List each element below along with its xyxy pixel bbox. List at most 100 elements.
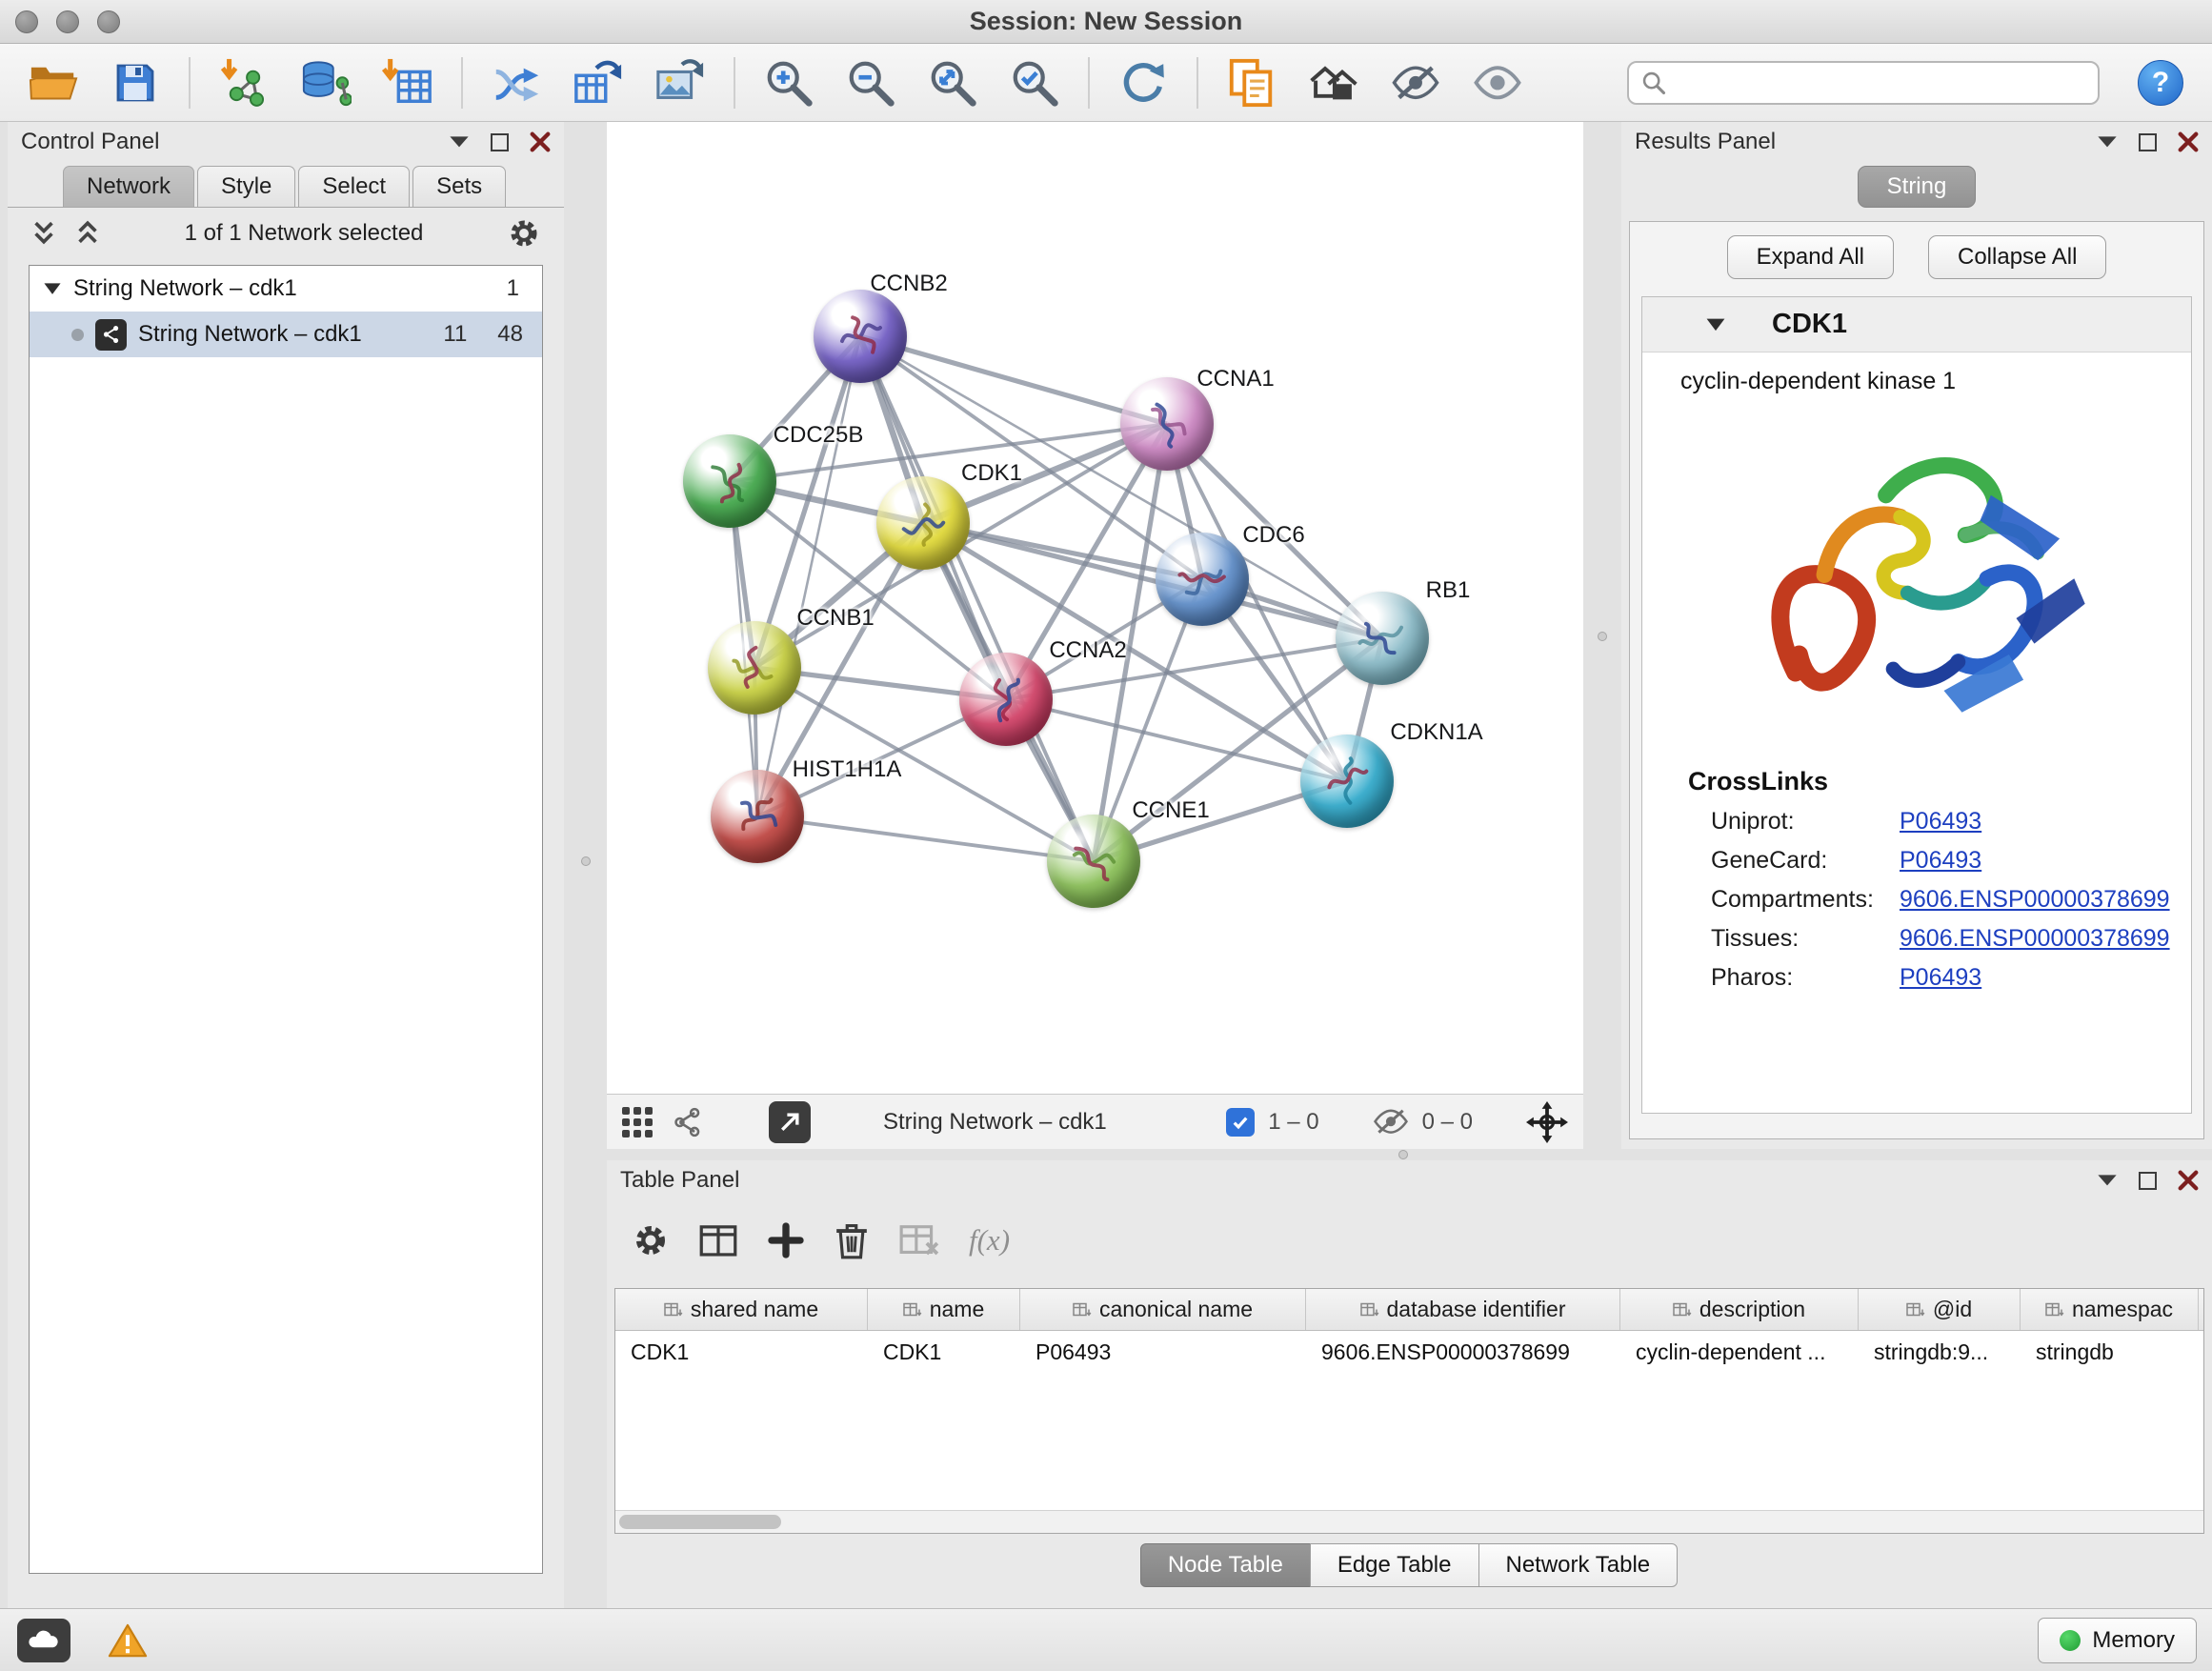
vertical-splitter-handle[interactable] <box>1598 632 1607 641</box>
create-column-icon[interactable] <box>767 1221 805 1259</box>
open-session-button[interactable] <box>15 50 91 116</box>
tab-select[interactable]: Select <box>298 166 410 207</box>
tab-edge-table[interactable]: Edge Table <box>1310 1543 1479 1587</box>
node-CCNB1[interactable] <box>708 621 801 715</box>
tab-sets[interactable]: Sets <box>412 166 506 207</box>
network-collection-row[interactable]: String Network – cdk1 1 <box>30 266 542 312</box>
node-CCNA1[interactable] <box>1120 377 1214 471</box>
expand-all-icon[interactable] <box>74 219 101 249</box>
column-header-namespac[interactable]: namespac <box>2021 1289 2199 1330</box>
node-CDC25B[interactable] <box>683 434 776 528</box>
search-input[interactable] <box>1677 70 2086 96</box>
table-cell[interactable]: cyclin-dependent ... <box>1620 1331 1859 1373</box>
horizontal-scrollbar[interactable] <box>615 1510 2203 1533</box>
import-table-button[interactable] <box>370 50 446 116</box>
delete-column-trash-icon[interactable] <box>834 1220 870 1259</box>
gear-icon[interactable] <box>507 216 541 251</box>
tab-node-table[interactable]: Node Table <box>1140 1543 1311 1587</box>
table-cell[interactable]: 9606.ENSP00000378699 <box>1306 1331 1620 1373</box>
tab-style[interactable]: Style <box>197 166 295 207</box>
collapse-all-icon[interactable] <box>30 219 57 249</box>
node-CCNE1[interactable] <box>1047 815 1140 908</box>
horizontal-splitter-handle[interactable] <box>1398 1150 1408 1159</box>
edge-CDK1-RB1[interactable] <box>923 523 1382 638</box>
maximize-panel-icon[interactable] <box>2139 1172 2157 1190</box>
maximize-panel-icon[interactable] <box>491 133 509 151</box>
memory-button[interactable]: Memory <box>2038 1618 2197 1663</box>
float-panel-icon[interactable] <box>2097 1174 2118 1187</box>
new-network-selection-button[interactable] <box>478 50 554 116</box>
zoom-window-button[interactable] <box>97 10 120 33</box>
table-cell[interactable]: stringdb:9... <box>1859 1331 2021 1373</box>
close-panel-icon[interactable] <box>530 131 551 152</box>
vertical-splitter-handle[interactable] <box>581 856 591 866</box>
edge-HIST1H1A-CCNE1[interactable] <box>757 816 1094 861</box>
tab-network[interactable]: Network <box>63 166 194 207</box>
warnings-button[interactable] <box>101 1619 154 1662</box>
table-cell[interactable]: CDK1 <box>868 1331 1020 1373</box>
table-settings-gear-icon[interactable] <box>632 1221 670 1259</box>
cloud-status-button[interactable] <box>17 1619 70 1662</box>
collapse-all-button[interactable]: Collapse All <box>1928 235 2106 279</box>
node-CDK1[interactable] <box>876 476 970 570</box>
minimize-window-button[interactable] <box>56 10 79 33</box>
crosslink-link[interactable]: P06493 <box>1900 847 1981 875</box>
show-details-button[interactable] <box>1459 50 1536 116</box>
node-CDC6[interactable] <box>1156 533 1249 626</box>
refresh-button[interactable] <box>1105 50 1181 116</box>
select-columns-icon[interactable] <box>698 1222 738 1259</box>
table-cell[interactable]: stringdb <box>2021 1331 2199 1373</box>
expand-all-button[interactable]: Expand All <box>1727 235 1894 279</box>
home-button[interactable] <box>1296 50 1372 116</box>
hide-details-button[interactable] <box>1377 50 1454 116</box>
zoom-selected-button[interactable] <box>996 50 1073 116</box>
clone-network-button[interactable] <box>560 50 636 116</box>
table-cell[interactable]: CDK1 <box>615 1331 868 1373</box>
column-header-description[interactable]: description <box>1620 1289 1859 1330</box>
save-session-button[interactable] <box>97 50 173 116</box>
node-CCNA2[interactable] <box>959 653 1053 746</box>
crosslink-link[interactable]: 9606.ENSP00000378699 <box>1900 925 2170 953</box>
edge-CCNB2-CCNE1[interactable] <box>860 336 1094 861</box>
documentation-button[interactable] <box>1214 50 1290 116</box>
close-window-button[interactable] <box>15 10 38 33</box>
node-CCNB2[interactable] <box>814 290 907 383</box>
import-network-database-button[interactable] <box>288 50 364 116</box>
edge-CCNB2-HIST1H1A[interactable] <box>757 336 860 816</box>
network-overview-icon[interactable] <box>672 1106 704 1138</box>
crosslink-link[interactable]: 9606.ENSP00000378699 <box>1900 886 2170 914</box>
crosslink-link[interactable]: P06493 <box>1900 964 1981 992</box>
entry-expander-icon[interactable] <box>1705 317 1726 332</box>
zoom-in-button[interactable] <box>751 50 827 116</box>
search-box[interactable] <box>1627 61 2100 105</box>
float-panel-icon[interactable] <box>2097 135 2118 149</box>
table-row[interactable]: CDK1CDK1P064939606.ENSP00000378699cyclin… <box>615 1331 2203 1373</box>
selected-checkbox-icon[interactable] <box>1226 1108 1255 1137</box>
tab-string[interactable]: String <box>1858 166 1977 208</box>
column-header-database-identifier[interactable]: database identifier <box>1306 1289 1620 1330</box>
collection-expander-icon[interactable] <box>43 282 62 295</box>
close-panel-icon[interactable] <box>2178 1170 2199 1191</box>
close-panel-icon[interactable] <box>2178 131 2199 152</box>
crosslink-link[interactable]: P06493 <box>1900 808 1981 836</box>
export-image-button[interactable] <box>642 50 718 116</box>
zoom-fit-button[interactable] <box>915 50 991 116</box>
float-panel-icon[interactable] <box>449 135 470 149</box>
node-HIST1H1A[interactable] <box>711 770 804 863</box>
node-CDKN1A[interactable] <box>1300 735 1394 828</box>
hidden-eye-slash-icon[interactable] <box>1373 1107 1409 1136</box>
zoom-out-button[interactable] <box>833 50 909 116</box>
fit-content-crosshair-icon[interactable] <box>1526 1101 1568 1143</box>
network-canvas[interactable]: CCNB2CCNA1CDC25BCDK1CDC6RB1CCNB1CCNA2CDK… <box>607 122 1583 1094</box>
column-header-@id[interactable]: @id <box>1859 1289 2021 1330</box>
tab-network-table[interactable]: Network Table <box>1478 1543 1679 1587</box>
grid-icon[interactable] <box>622 1107 653 1137</box>
network-row-selected[interactable]: String Network – cdk1 11 48 <box>30 312 542 357</box>
maximize-panel-icon[interactable] <box>2139 133 2157 151</box>
table-cell[interactable]: P06493 <box>1020 1331 1306 1373</box>
import-network-file-button[interactable] <box>206 50 282 116</box>
column-header-shared-name[interactable]: shared name <box>615 1289 868 1330</box>
node-RB1[interactable] <box>1336 592 1429 685</box>
help-button[interactable]: ? <box>2138 60 2183 106</box>
column-header-name[interactable]: name <box>868 1289 1020 1330</box>
